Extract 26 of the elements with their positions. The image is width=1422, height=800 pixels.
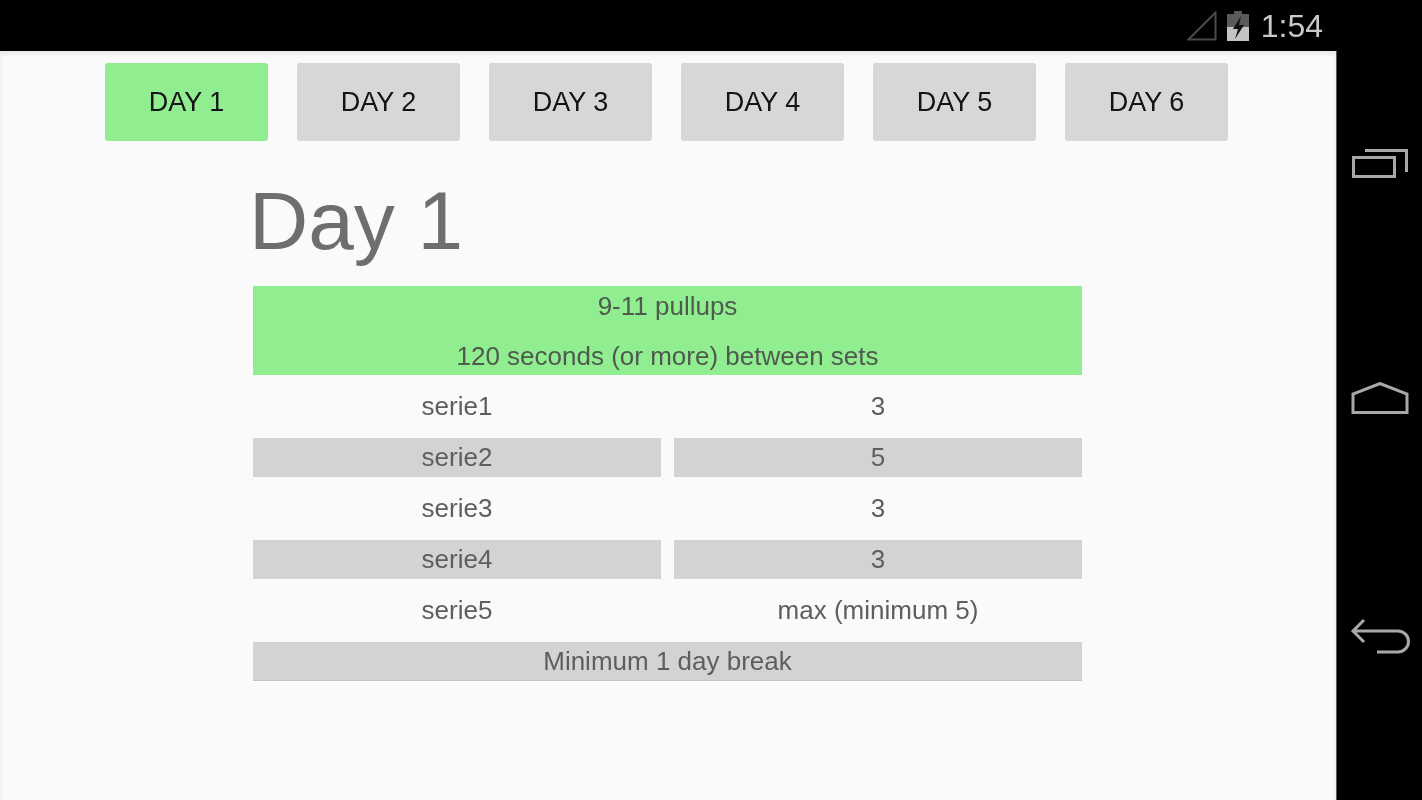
day-tab[interactable]: DAY 4 xyxy=(681,63,844,141)
table-cell-text: 3 xyxy=(869,390,887,423)
day-title: Day 1 xyxy=(249,177,464,265)
footer-note: Minimum 1 day break xyxy=(253,642,1082,681)
table-cell: serie4 xyxy=(253,540,661,579)
day-tab[interactable]: DAY 5 xyxy=(873,63,1036,141)
back-icon[interactable] xyxy=(1348,618,1411,654)
home-icon[interactable] xyxy=(1350,382,1409,414)
table-cell-text: max (minimum 5) xyxy=(776,594,980,627)
day-tab[interactable]: DAY 3 xyxy=(489,63,652,141)
day-tab[interactable]: DAY 6 xyxy=(1065,63,1228,141)
table-cell: 3 xyxy=(674,540,1082,579)
table-cell: 5 xyxy=(674,438,1082,477)
table-cell-text: 3 xyxy=(869,492,887,525)
table-cell-text: serie1 xyxy=(420,390,494,423)
clock-time: 1:54 xyxy=(1260,9,1323,42)
table-cell-text: serie3 xyxy=(420,492,494,525)
battery-charging-icon xyxy=(1226,10,1249,41)
header-text: 120 seconds (or more) between sets xyxy=(456,340,879,373)
table-cell: serie2 xyxy=(253,438,661,477)
day-tab[interactable]: DAY 1 xyxy=(105,63,268,141)
signal-icon xyxy=(1186,10,1217,41)
recent-apps-icon[interactable] xyxy=(1350,148,1409,178)
table-cell-text: serie5 xyxy=(420,594,494,627)
header-text: 9-11 pullups xyxy=(597,290,738,323)
day-tab[interactable]: DAY 2 xyxy=(297,63,460,141)
